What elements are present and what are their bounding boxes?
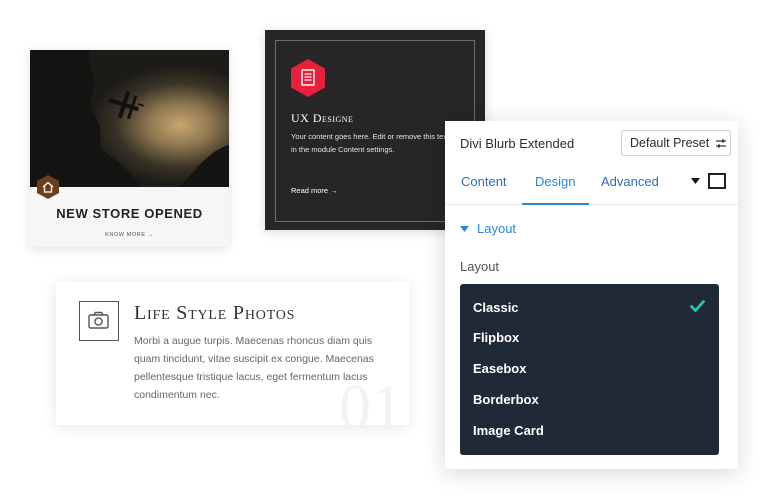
card-title: Life Style Photos — [134, 302, 296, 324]
checkmark-icon — [690, 300, 705, 312]
document-icon — [291, 59, 325, 97]
layout-dropdown-menu: Classic Flipbox Easebox Borderbox Image … — [460, 284, 719, 455]
active-tab-indicator — [522, 203, 589, 205]
home-icon — [37, 175, 59, 199]
blurb-card-new-store: NEW STORE OPENED KNOW MORE → — [30, 50, 229, 247]
option-image-card[interactable]: Image Card — [473, 423, 544, 438]
expand-icon[interactable] — [708, 173, 726, 189]
tab-content[interactable]: Content — [461, 174, 507, 189]
preset-options-icon — [716, 139, 726, 148]
caret-down-icon[interactable] — [691, 178, 700, 185]
card-title: UX Designe — [291, 111, 354, 125]
caret-down-icon — [460, 226, 469, 232]
card-title: NEW STORE OPENED — [56, 206, 203, 221]
option-borderbox[interactable]: Borderbox — [473, 392, 539, 407]
airplane-sky-image — [30, 50, 229, 187]
panel-title: Divi Blurb Extended — [460, 136, 575, 151]
camera-icon — [88, 311, 109, 329]
preset-label: Default Preset — [630, 136, 710, 150]
module-settings-panel: Divi Blurb Extended Default Preset Conte… — [445, 121, 738, 469]
camera-icon-box — [79, 301, 119, 341]
tab-design[interactable]: Design — [535, 174, 575, 189]
option-easebox[interactable]: Easebox — [473, 361, 526, 376]
option-classic[interactable]: Classic — [473, 300, 519, 315]
read-more-link[interactable]: Read more → — [291, 186, 338, 195]
tabs-divider — [445, 204, 738, 205]
know-more-link[interactable]: KNOW MORE → — [30, 232, 229, 238]
option-flipbox[interactable]: Flipbox — [473, 330, 519, 345]
layout-field-label: Layout — [460, 259, 500, 274]
blurb-card-life-style: 01 Life Style Photos Morbi a augue turpi… — [56, 282, 409, 425]
card-description: Morbi a augue turpis. Maecenas rhoncus d… — [134, 335, 374, 401]
preset-button[interactable]: Default Preset — [621, 130, 731, 156]
section-label: Layout — [477, 221, 517, 236]
tab-advanced[interactable]: Advanced — [601, 174, 659, 189]
